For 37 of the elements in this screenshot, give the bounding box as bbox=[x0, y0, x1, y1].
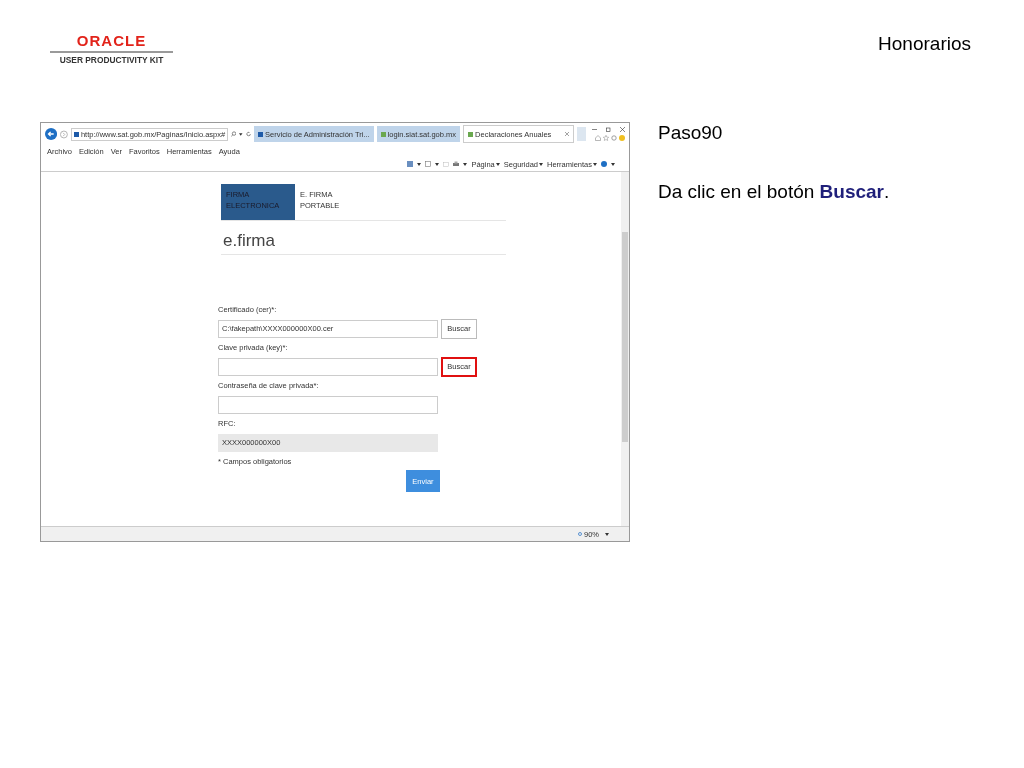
input-field[interactable] bbox=[218, 357, 438, 376]
mail-icon[interactable] bbox=[443, 161, 450, 167]
close-icon[interactable] bbox=[620, 127, 625, 132]
page-icon bbox=[380, 131, 386, 137]
caret-icon bbox=[539, 162, 543, 166]
minimize-icon[interactable] bbox=[592, 127, 597, 132]
caret-icon bbox=[495, 162, 500, 166]
step-instruction: Da clic en el botón Buscar. bbox=[658, 181, 890, 203]
document-title: Honorarios bbox=[878, 33, 971, 55]
page-heading: e.firma bbox=[221, 221, 506, 255]
zoom-icon bbox=[578, 531, 583, 537]
page-icon bbox=[258, 131, 264, 137]
restore-icon[interactable] bbox=[606, 127, 611, 132]
logo-text: ORACLE bbox=[76, 33, 147, 48]
caret-icon bbox=[435, 162, 440, 166]
home-icon[interactable] bbox=[595, 135, 601, 141]
site-icon bbox=[73, 131, 79, 137]
logo-subtitle: USER PRODUCTIVITY KIT bbox=[59, 55, 164, 65]
settings-icon[interactable] bbox=[611, 135, 617, 141]
step-title: Paso90 bbox=[658, 122, 724, 144]
document-icon[interactable] bbox=[425, 161, 432, 167]
caret-icon bbox=[611, 162, 615, 166]
caret-icon bbox=[593, 162, 597, 166]
star-icon[interactable] bbox=[603, 135, 609, 141]
refresh-icon[interactable] bbox=[245, 131, 252, 137]
back-button[interactable] bbox=[45, 127, 58, 141]
caret-icon bbox=[463, 162, 468, 166]
print-icon[interactable] bbox=[453, 161, 460, 167]
search-icon[interactable] bbox=[231, 131, 237, 137]
close-icon[interactable] bbox=[565, 132, 570, 136]
forward-button[interactable] bbox=[60, 129, 68, 139]
caret-icon bbox=[417, 162, 422, 166]
caret-icon bbox=[239, 132, 243, 136]
caret-icon bbox=[605, 532, 609, 536]
page-icon bbox=[468, 131, 474, 137]
input-field[interactable] bbox=[218, 395, 438, 414]
scrollbar[interactable] bbox=[621, 172, 629, 526]
